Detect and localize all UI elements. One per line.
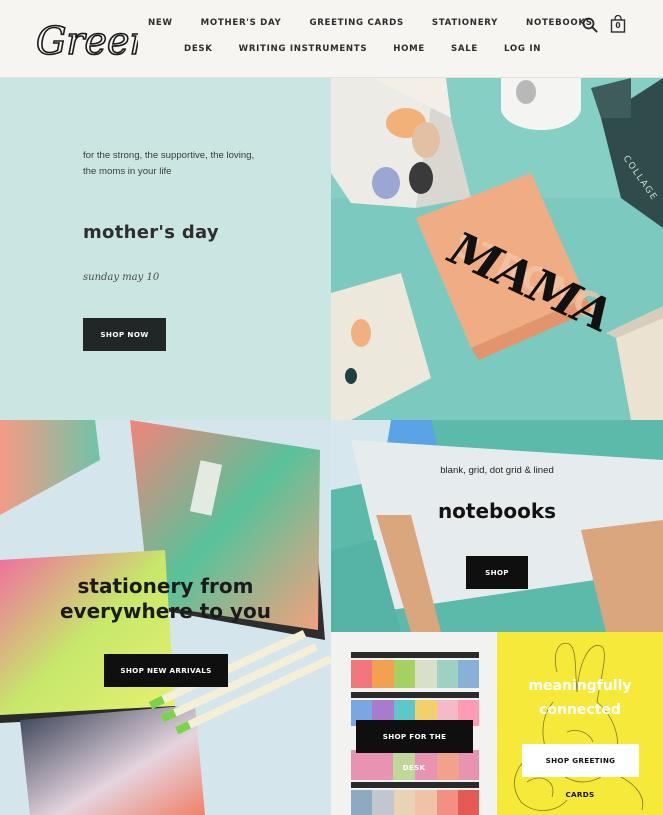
nav-link-desk[interactable]: DESK [184,44,213,54]
logo-wordmark: Greer [35,18,138,64]
cart-count-badge: 0 [615,21,621,30]
nav-link-log-in[interactable]: LOG IN [504,44,541,54]
greer-logo[interactable]: Greer [34,10,138,66]
greeting-cards-title: meaningfully connected [497,674,663,722]
shop-greeting-cards-button-line-2[interactable]: CARDS [497,790,663,799]
nav-link-new[interactable]: NEW [148,18,173,28]
svg-text:Greer: Greer [36,19,138,63]
greeting-cards-title-line-2: connected [539,702,621,718]
notebooks-title: notebooks [437,499,557,523]
shop-greeting-cards-button[interactable]: SHOP GREETING [522,744,639,777]
hero-title: mother's day [83,222,219,243]
nav-link-stationery[interactable]: STATIONERY [432,18,498,28]
greeting-card-illustration [497,632,663,815]
greeting-cards-title-line-1: meaningfully [528,678,632,694]
site-header: Greer NEW MOTHER'S DAY GREETING CARDS ST… [0,0,663,78]
shop-notebooks-button[interactable]: SHOP [466,556,528,589]
stationery-title: stationery from everywhere to you [0,574,331,624]
stationery-title-line-1: stationery from [77,574,254,598]
nav-link-writing-instruments[interactable]: WRITING INSTRUMENTS [239,44,368,54]
nav-link-sale[interactable]: SALE [451,44,478,54]
shop-now-button[interactable]: SHOP NOW [83,318,166,351]
nav-link-mothers-day[interactable]: MOTHER'S DAY [201,18,282,28]
stationery-tile[interactable]: stationery from everywhere to you SHOP N… [0,420,331,815]
notebooks-subtitle: blank, grid, dot grid & lined [440,465,554,476]
shop-for-the-desk-button-line-2[interactable]: DESK [331,763,497,772]
nav-link-home[interactable]: HOME [393,44,425,54]
stationery-title-line-2: everywhere to you [59,599,271,623]
cart-icon[interactable]: 0 [610,14,626,33]
main-nav-row-1: NEW MOTHER'S DAY GREETING CARDS STATIONE… [148,18,621,28]
hero-panel: for the strong, the supportive, the lovi… [0,78,331,420]
mothers-day-card-photo: COLLAGE STRONG MAMA [331,78,663,420]
search-icon[interactable] [582,17,598,33]
shop-for-the-desk-button[interactable]: SHOP FOR THE [356,720,473,753]
notebooks-photo [331,420,663,632]
nav-link-greeting-cards[interactable]: GREETING CARDS [309,18,403,28]
desk-tile[interactable]: SHOP FOR THE DESK [331,632,497,815]
hero-tagline: for the strong, the supportive, the lovi… [83,150,255,177]
greeting-cards-tile[interactable]: meaningfully connected SHOP GREETING CAR… [497,632,663,815]
hero-date: sunday may 10 [83,272,160,283]
main-nav-row-2: DESK WRITING INSTRUMENTS HOME SALE LOG I… [184,44,567,54]
shop-new-arrivals-button[interactable]: SHOP NEW ARRIVALS [104,654,228,687]
hero-image[interactable]: COLLAGE STRONG MAMA [331,78,663,420]
notebooks-tile[interactable]: blank, grid, dot grid & lined notebooks … [331,420,663,632]
